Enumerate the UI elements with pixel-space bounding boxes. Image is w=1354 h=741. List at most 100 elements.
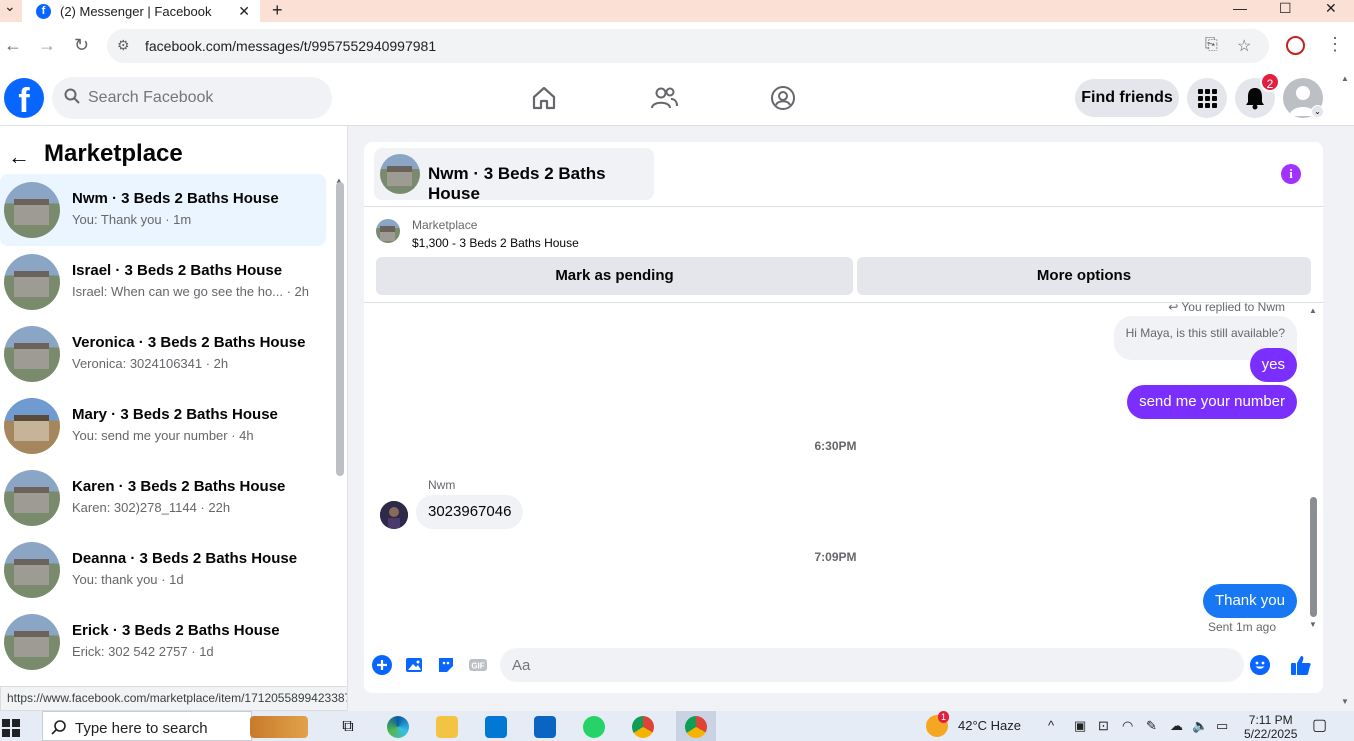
listing-thumbnail (4, 254, 60, 310)
conversation-item[interactable]: Mary · 3 Beds 2 Baths House You: send me… (0, 390, 326, 462)
message-input[interactable] (500, 648, 1244, 682)
search-input[interactable] (88, 77, 318, 119)
chrome-active-window[interactable] (676, 711, 716, 741)
search-box[interactable] (52, 77, 332, 119)
window-close-button[interactable]: ✕ (1325, 0, 1337, 17)
listing-price[interactable]: $1,300 - 3 Beds 2 Baths House (412, 236, 579, 250)
emoji-icon[interactable] (1250, 655, 1270, 675)
conversation-snippet: You: thank you · 1d (72, 572, 184, 587)
conversation-snippet: Israel: When can we go see the ho... · 2… (72, 284, 310, 299)
url-text[interactable]: facebook.com/messages/t/9957552940997981 (145, 38, 436, 54)
listing-thumbnail (4, 398, 60, 454)
windows-taskbar: Type here to search ⧉ 1 42°C Haze ^ ▣ ⊡ … (0, 711, 1354, 741)
forward-icon[interactable]: → (38, 35, 56, 56)
browser-profile-icon[interactable] (1286, 36, 1305, 55)
edge-browser-icon[interactable] (387, 716, 409, 738)
wifi-icon[interactable]: ◠ (1122, 718, 1133, 734)
home-icon[interactable] (530, 84, 558, 112)
browser-menu-icon[interactable]: ⋮ (1326, 34, 1344, 55)
install-app-icon[interactable]: ⎘ (1205, 36, 1218, 54)
conversation-snippet: You: send me your number · 4h (72, 428, 254, 443)
conversation-item[interactable]: Nwm · 3 Beds 2 Baths House You: Thank yo… (0, 174, 326, 246)
file-explorer-icon[interactable] (436, 716, 458, 738)
notification-center-icon[interactable]: ▢ (1312, 715, 1327, 735)
browser-tab-bar: ⌄ f (2) Messenger | Facebook ✕ + — ☐ ✕ (0, 0, 1354, 22)
page-scroll-down-icon[interactable]: ▼ (1341, 697, 1349, 706)
account-chevron-icon[interactable]: ⌄ (1311, 105, 1324, 118)
site-settings-icon[interactable]: ⚙ (117, 37, 130, 54)
message-composer: GIF (364, 642, 1323, 688)
message-thread: ↩ You replied to Nwm Hi Maya, is this st… (364, 300, 1323, 634)
outlook-icon[interactable] (534, 716, 556, 738)
facebook-logo-icon[interactable]: f (4, 78, 44, 120)
info-icon[interactable]: i (1281, 164, 1301, 184)
volume-icon[interactable]: 🔈 (1192, 718, 1208, 734)
tray-expand-icon[interactable]: ^ (1048, 718, 1054, 733)
chrome-icon[interactable] (632, 716, 654, 738)
sender-avatar[interactable] (380, 501, 408, 529)
chat-scroll-up-icon[interactable]: ▲ (1309, 306, 1317, 315)
conversation-name: Nwm · 3 Beds 2 Baths House (72, 190, 279, 207)
minimize-button[interactable]: — (1233, 0, 1247, 16)
more-options-button[interactable]: More options (857, 257, 1311, 295)
friends-icon[interactable] (650, 84, 678, 112)
folder-stack-icon[interactable] (250, 716, 308, 738)
listing-thumbnail (4, 182, 60, 238)
marketplace-conversation-panel: ← Marketplace Nwm · 3 Beds 2 Baths House… (0, 126, 348, 711)
weather-text[interactable]: 42°C Haze (958, 718, 1021, 733)
conversation-snippet: Karen: 302)278_1144 · 22h (72, 500, 231, 515)
maximize-button[interactable]: ☐ (1279, 0, 1292, 17)
chat-header[interactable]: Nwm · 3 Beds 2 Baths House (374, 148, 654, 203)
tab-list-chevron-icon[interactable]: ⌄ (4, 0, 16, 15)
tray-network-icon[interactable]: ✎ (1146, 718, 1157, 734)
conversation-item[interactable]: Erick · 3 Beds 2 Baths House Erick: 302 … (0, 606, 326, 678)
back-arrow-icon[interactable]: ← (8, 144, 30, 170)
find-friends-button[interactable]: Find friends (1075, 79, 1179, 117)
taskbar-search-text: Type here to search (75, 720, 208, 737)
whatsapp-icon[interactable] (583, 716, 605, 738)
sticker-icon[interactable] (436, 655, 456, 675)
photo-icon[interactable] (404, 655, 424, 675)
menu-button[interactable] (1187, 78, 1227, 118)
groups-icon[interactable] (769, 84, 797, 112)
reload-icon[interactable]: ↻ (74, 35, 89, 56)
plus-icon[interactable] (372, 655, 392, 675)
conversation-item[interactable]: Karen · 3 Beds 2 Baths House Karen: 302)… (0, 462, 326, 534)
tray-app-icon[interactable]: ▣ (1074, 718, 1086, 734)
conversation-name: Veronica · 3 Beds 2 Baths House (72, 334, 306, 351)
incoming-message[interactable]: 3023967046 (416, 495, 524, 529)
mark-as-pending-button[interactable]: Mark as pending (376, 257, 853, 295)
windows-start-icon[interactable] (2, 719, 20, 737)
panel-title: Marketplace (44, 140, 183, 167)
cloud-icon[interactable]: ☁ (1170, 718, 1183, 734)
conversation-name: Erick · 3 Beds 2 Baths House (72, 622, 280, 639)
taskbar-clock[interactable]: 7:11 PM 5/22/2025 (1244, 713, 1297, 741)
back-icon[interactable]: ← (4, 35, 22, 56)
thumbs-up-icon[interactable] (1290, 654, 1312, 676)
link-status-bar: https://www.facebook.com/marketplace/ite… (0, 686, 347, 711)
microsoft-store-icon[interactable] (485, 716, 507, 738)
browser-tab[interactable]: f (2) Messenger | Facebook ✕ (22, 0, 260, 22)
conversation-list-scrollbar[interactable] (336, 182, 344, 476)
page-scroll-up-icon[interactable]: ▲ (1341, 74, 1349, 83)
close-tab-icon[interactable]: ✕ (238, 3, 250, 20)
taskbar-search-box[interactable]: Type here to search (42, 711, 252, 741)
gif-icon[interactable]: GIF (468, 655, 488, 675)
listing-thumbnail (4, 542, 60, 598)
conversation-item[interactable]: Israel · 3 Beds 2 Baths House Israel: Wh… (0, 246, 326, 318)
address-bar[interactable]: ⚙ facebook.com/messages/t/99575529409979… (107, 29, 1269, 63)
tray-device-icon[interactable]: ⊡ (1098, 718, 1109, 734)
outgoing-message[interactable]: send me your number (1127, 385, 1297, 419)
outgoing-message[interactable]: Thank you (1202, 584, 1297, 618)
chat-scrollbar[interactable] (1310, 497, 1317, 617)
listing-thumbnail (4, 470, 60, 526)
outgoing-message[interactable]: yes (1249, 348, 1297, 382)
conversation-item[interactable]: Deanna · 3 Beds 2 Baths House You: thank… (0, 534, 326, 606)
conversation-item[interactable]: Veronica · 3 Beds 2 Baths House Veronica… (0, 318, 326, 390)
battery-icon[interactable]: ▭ (1216, 718, 1228, 734)
listing-thumbnail (380, 154, 420, 194)
chat-scroll-down-icon[interactable]: ▼ (1309, 620, 1317, 629)
new-tab-button[interactable]: + (272, 0, 283, 20)
bookmark-star-icon[interactable]: ☆ (1237, 36, 1251, 56)
task-view-icon[interactable]: ⧉ (337, 716, 359, 738)
